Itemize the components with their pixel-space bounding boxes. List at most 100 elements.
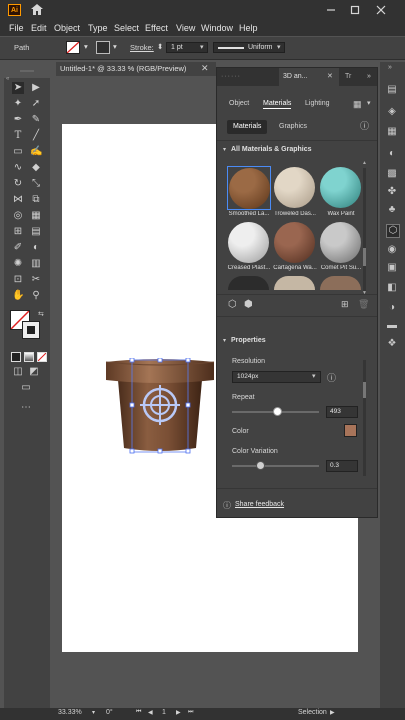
stroke-stepper-icon[interactable]: ⬍ [157, 42, 163, 51]
material-thumbnail[interactable] [228, 222, 269, 263]
pen-tool-icon[interactable]: ✒ [12, 114, 24, 126]
draw-inside-icon[interactable]: ◩ [28, 366, 40, 378]
menu-view[interactable]: View [176, 23, 195, 33]
maximize-icon[interactable] [350, 5, 360, 15]
graphic-styles-panel-icon[interactable]: ❖ [386, 338, 398, 350]
none-mode-icon[interactable] [37, 352, 47, 362]
close-panel-icon[interactable]: ✕ [327, 72, 333, 80]
stroke-panel-icon[interactable]: ▬ [386, 320, 398, 332]
scroll-up-icon[interactable]: ▲ [362, 160, 367, 166]
repeat-slider-handle[interactable] [273, 407, 282, 416]
menu-file[interactable]: File [9, 23, 24, 33]
menu-window[interactable]: Window [201, 23, 233, 33]
menu-type[interactable]: Type [88, 23, 108, 33]
width-tool-icon[interactable]: ⋈ [12, 194, 24, 206]
blend-tool-icon[interactable]: ◐ [30, 242, 42, 254]
properties-title[interactable]: Properties [231, 337, 266, 344]
artboard-tool-icon[interactable]: ⊡ [12, 274, 24, 286]
magic-wand-tool-icon[interactable]: ✦ [12, 98, 24, 110]
tab-object[interactable]: Object [229, 100, 249, 107]
3d-pot-object[interactable] [104, 358, 216, 454]
subtab-materials[interactable]: Materials [227, 120, 267, 134]
new-graphic-icon[interactable]: ⊞ [341, 299, 349, 310]
zoom-level[interactable]: 33.33% [58, 709, 82, 716]
rotation-value[interactable]: 0° [106, 709, 113, 716]
mesh-tool-icon[interactable]: ⊞ [12, 226, 24, 238]
panel-tab-3d[interactable]: 3D an... ✕ [279, 68, 339, 86]
color-variation-slider-handle[interactable] [256, 461, 265, 470]
material-swatch-selected[interactable] [227, 166, 271, 210]
menu-effect[interactable]: Effect [145, 23, 168, 33]
panel-grip-icon[interactable]: ······ [221, 68, 241, 86]
close-tab-icon[interactable]: ✕ [201, 63, 209, 74]
align-panel-icon[interactable]: ▣ [386, 262, 398, 274]
render-settings-icon[interactable]: ▦ [353, 99, 362, 110]
menu-select[interactable]: Select [114, 23, 139, 33]
pathfinder-panel-icon[interactable]: ◧ [386, 282, 398, 294]
column-graph-tool-icon[interactable]: ▥ [30, 258, 42, 270]
gradient-mode-icon[interactable] [24, 352, 34, 362]
swatches-panel-icon[interactable]: ▩ [386, 168, 398, 180]
close-icon[interactable] [376, 5, 386, 15]
rectangle-tool-icon[interactable]: ▭ [12, 146, 24, 158]
subtab-graphics[interactable]: Graphics [279, 123, 307, 130]
import-material-icon[interactable]: ⬢ [244, 299, 253, 310]
color-panel-icon[interactable]: ◐ [386, 148, 398, 160]
color-swatch[interactable] [344, 424, 357, 437]
stroke-dropdown-icon[interactable]: ▾ [113, 42, 117, 51]
line-tool-icon[interactable]: ╱ [30, 130, 42, 142]
share-feedback-link[interactable]: Share feedback [235, 501, 284, 508]
document-tab[interactable]: Untitled-1* @ 33.33 % (RGB/Preview) [56, 62, 216, 76]
panel-tab-transform[interactable]: Tr [345, 68, 351, 86]
panel-grip[interactable] [20, 70, 34, 72]
color-variation-slider-track[interactable] [232, 465, 319, 467]
material-thumbnail[interactable] [274, 167, 315, 208]
draw-mode-icon[interactable]: ◫ [12, 366, 24, 378]
direct-selection-tool-icon[interactable]: ▶ [30, 82, 42, 94]
appearance-panel-icon[interactable]: ◉ [386, 244, 398, 256]
stroke-indicator[interactable] [22, 321, 40, 339]
shaper-tool-icon[interactable]: ∿ [12, 162, 24, 174]
lasso-tool-icon[interactable]: ➚ [30, 98, 42, 110]
color-variation-input[interactable]: 0.3 [326, 460, 358, 472]
rotate-tool-icon[interactable]: ↻ [12, 178, 24, 190]
perspective-grid-tool-icon[interactable]: ▦ [30, 210, 42, 222]
chevron-down-icon[interactable]: ▾ [223, 146, 226, 153]
properties-panel-icon[interactable]: ▤ [386, 84, 398, 96]
screen-mode-icon[interactable]: ▭ [20, 382, 32, 394]
collapse-dock-icon[interactable]: » [388, 64, 392, 71]
fill-dropdown-icon[interactable]: ▾ [84, 42, 88, 51]
chevron-down-icon[interactable]: ▾ [92, 709, 95, 716]
collapse-icon[interactable]: « [6, 76, 9, 82]
brushes-panel-icon[interactable]: ✤ [386, 186, 398, 198]
3d-panel-icon[interactable]: ⬡ [386, 224, 400, 238]
scroll-down-icon[interactable]: ▼ [362, 290, 367, 296]
edit-toolbar-icon[interactable]: ⋯ [20, 402, 32, 414]
add-material-icon[interactable]: ⬡ [228, 299, 237, 310]
material-thumbnail[interactable] [320, 222, 361, 263]
fill-swatch[interactable] [66, 41, 80, 54]
info-icon[interactable]: ⓘ [360, 119, 369, 132]
tab-lighting[interactable]: Lighting [305, 100, 330, 107]
free-transform-tool-icon[interactable]: ⧉ [30, 194, 42, 206]
stroke-swatch[interactable] [96, 41, 110, 54]
chevron-down-icon[interactable]: ▾ [223, 337, 226, 344]
libraries-panel-icon[interactable]: ▦ [386, 126, 398, 138]
slice-tool-icon[interactable]: ✂ [30, 274, 42, 286]
shape-builder-tool-icon[interactable]: ◎ [12, 210, 24, 222]
delete-icon[interactable]: 🗑 [358, 299, 369, 310]
curvature-tool-icon[interactable]: ✎ [30, 114, 42, 126]
symbol-sprayer-tool-icon[interactable]: ✺ [12, 258, 24, 270]
next-artboard-icon[interactable]: ▶ [176, 709, 181, 716]
tab-materials[interactable]: Materials [263, 100, 292, 109]
status-menu-icon[interactable]: ▶ [330, 709, 335, 716]
zoom-tool-icon[interactable]: ⚲ [30, 290, 42, 302]
section-title[interactable]: All Materials & Graphics [231, 146, 312, 153]
stroke-weight-field[interactable]: 1 pt ▾ [166, 42, 208, 53]
last-artboard-icon[interactable]: ⏭ [188, 709, 193, 716]
transparency-panel-icon[interactable]: ◑ [386, 302, 398, 314]
swap-icon[interactable]: ⇆ [38, 310, 44, 318]
menu-help[interactable]: Help [239, 23, 258, 33]
variable-width-profile[interactable]: Uniform ▾ [213, 42, 285, 53]
info-icon[interactable]: ⓘ [327, 371, 336, 384]
